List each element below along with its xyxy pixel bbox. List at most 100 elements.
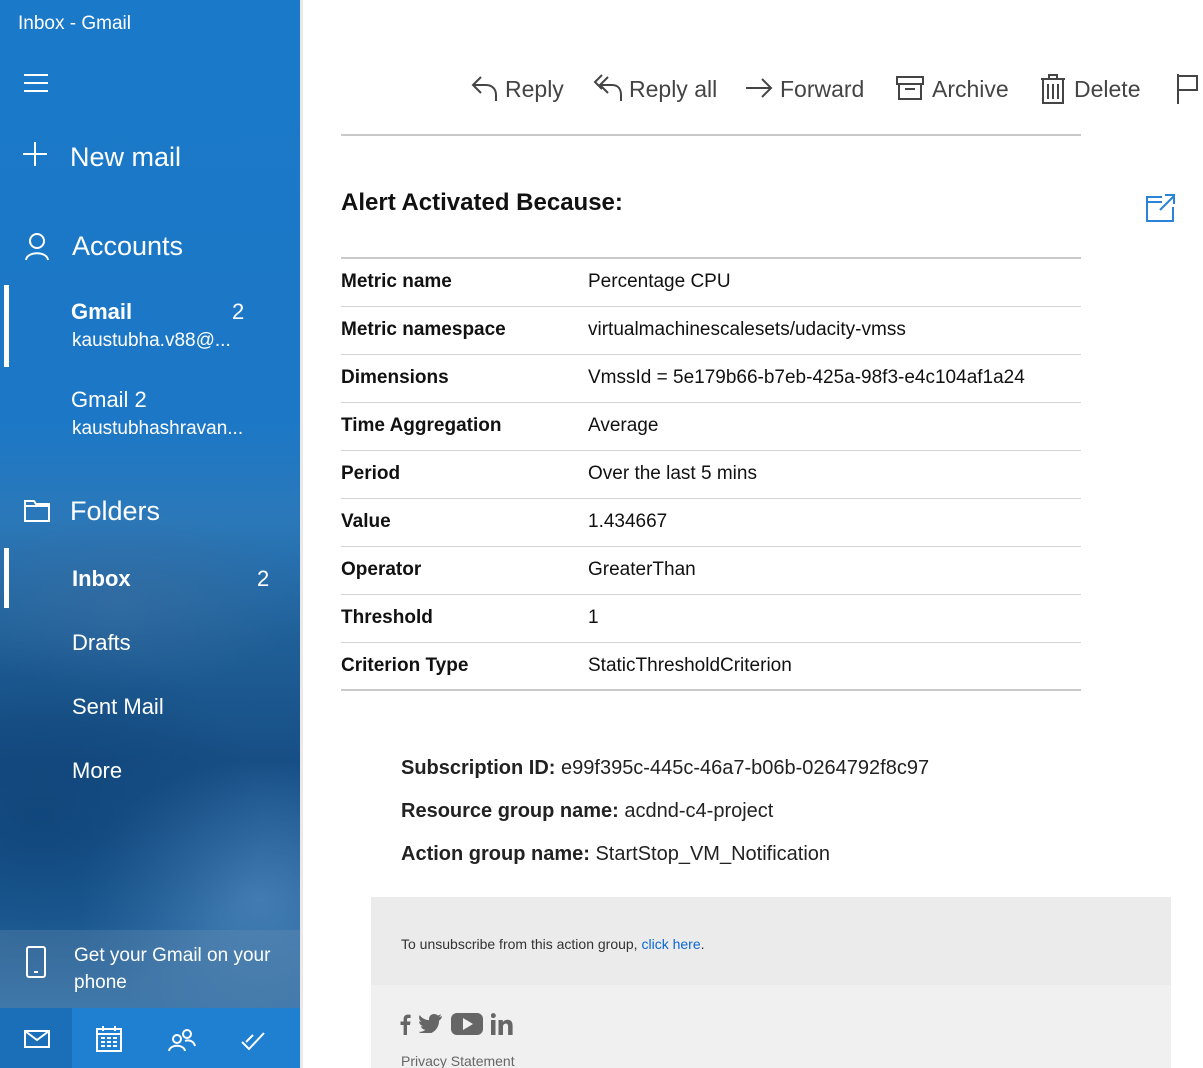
plus-icon xyxy=(23,142,47,166)
popout-button[interactable] xyxy=(1144,193,1176,223)
sidebar: Inbox - Gmail New mail Accounts Gmail 2 … xyxy=(0,0,300,1068)
facebook-icon[interactable] xyxy=(399,1013,411,1035)
phone-icon xyxy=(26,946,46,978)
unsubscribe-end: . xyxy=(700,936,705,952)
action-group-value: StartStop_VM_Notification xyxy=(595,843,831,865)
metric-key: Threshold xyxy=(341,594,588,643)
person-icon xyxy=(25,233,49,261)
privacy-statement-link[interactable]: Privacy Statement xyxy=(401,1053,515,1068)
reply-all-icon xyxy=(593,74,622,101)
people-nav-button[interactable] xyxy=(144,1008,216,1068)
metric-key: Operator xyxy=(341,546,588,595)
metrics-table: Metric name Percentage CPU Metric namespa… xyxy=(341,257,1081,691)
accounts-label: Accounts xyxy=(72,231,184,261)
reply-all-button[interactable]: Reply all xyxy=(593,66,717,112)
calendar-nav-button[interactable] xyxy=(72,1008,144,1068)
bottom-nav xyxy=(0,1008,300,1068)
metric-value: 1 xyxy=(588,594,1081,643)
folder-label: More xyxy=(72,758,123,783)
metric-key: Criterion Type xyxy=(341,642,588,691)
folders-button[interactable]: Folders xyxy=(0,488,300,538)
linkedin-icon[interactable] xyxy=(491,1013,513,1035)
twitter-icon[interactable] xyxy=(419,1013,443,1033)
flag-button[interactable] xyxy=(1175,72,1201,106)
toolbar-divider xyxy=(341,134,1081,136)
reply-button[interactable]: Reply xyxy=(470,66,564,112)
action-group-label: Action group name: xyxy=(401,843,590,865)
reply-label: Reply xyxy=(505,76,564,102)
metric-key: Metric namespace xyxy=(341,306,588,355)
table-row: Criterion Type StaticThresholdCriterion xyxy=(341,642,1081,691)
delete-button[interactable]: Delete xyxy=(1040,66,1140,112)
account-item-gmail-2[interactable]: Gmail 2 kaustubhashravan... xyxy=(0,373,300,457)
table-row: Value 1.434667 xyxy=(341,498,1081,547)
metric-value: Percentage CPU xyxy=(588,257,1081,307)
folder-item-sent-mail[interactable]: Sent Mail xyxy=(0,676,300,736)
unsubscribe-band: To unsubscribe from this action group, c… xyxy=(371,897,1171,985)
calendar-icon xyxy=(96,1026,122,1052)
folder-item-drafts[interactable]: Drafts xyxy=(0,612,300,672)
reply-icon xyxy=(471,76,497,101)
metric-value: Over the last 5 mins xyxy=(588,450,1081,499)
subscription-id-value: e99f395c-445c-46a7-b06b-0264792f8c97 xyxy=(561,757,930,779)
new-mail-button[interactable]: New mail xyxy=(0,130,300,186)
subscription-id-line: Subscription ID: e99f395c-445c-46a7-b06b… xyxy=(401,757,929,780)
folder-item-inbox[interactable]: Inbox 2 xyxy=(0,548,300,608)
metric-value: Average xyxy=(588,402,1081,451)
todo-nav-button[interactable] xyxy=(216,1008,288,1068)
new-mail-label: New mail xyxy=(70,142,182,172)
folder-label: Sent Mail xyxy=(72,694,164,719)
folder-label: Inbox xyxy=(72,566,131,591)
table-row: Threshold 1 xyxy=(341,594,1081,643)
forward-button[interactable]: Forward xyxy=(744,66,865,112)
hamburger-menu-icon[interactable] xyxy=(24,74,48,92)
action-group-line: Action group name: StartStop_VM_Notifica… xyxy=(401,843,830,866)
forward-arrow-icon xyxy=(746,78,773,98)
folder-item-more[interactable]: More xyxy=(0,740,300,800)
account-name: Gmail xyxy=(71,299,133,324)
mail-icon xyxy=(24,1030,50,1048)
mail-app: Inbox - Gmail New mail Accounts Gmail 2 … xyxy=(0,0,1203,1068)
pane-divider xyxy=(300,0,303,1068)
unsubscribe-link[interactable]: click here xyxy=(641,936,700,952)
metric-value: StaticThresholdCriterion xyxy=(588,642,1081,691)
get-gmail-on-phone-link[interactable]: Get your Gmail on your phone xyxy=(0,930,300,1008)
archive-icon xyxy=(896,76,924,100)
phone-promo-label: Get your Gmail on your phone xyxy=(74,945,271,993)
unsubscribe-prefix: To unsubscribe from this action group, xyxy=(401,936,642,952)
metric-key: Dimensions xyxy=(341,354,588,403)
table-row: Time Aggregation Average xyxy=(341,402,1081,451)
metric-key: Time Aggregation xyxy=(341,402,588,451)
table-row: Metric name Percentage CPU xyxy=(341,257,1081,307)
metric-value: virtualmachinescalesets/udacity-vmss xyxy=(588,306,1081,355)
window-title: Inbox - Gmail xyxy=(18,13,131,34)
resource-group-label: Resource group name: xyxy=(401,800,619,822)
forward-label: Forward xyxy=(780,76,865,102)
table-row: Metric namespace virtualmachinescalesets/… xyxy=(341,306,1081,355)
archive-button[interactable]: Archive xyxy=(895,66,1009,112)
metric-value: VmssId = 5e179b66-b7eb-425a-98f3-e4c104a… xyxy=(588,354,1081,403)
account-email: kaustubha.v88@... xyxy=(72,330,231,351)
archive-label: Archive xyxy=(932,76,1009,102)
metric-value: 1.434667 xyxy=(588,498,1081,547)
table-row: Period Over the last 5 mins xyxy=(341,450,1081,499)
folder-label: Drafts xyxy=(72,630,131,655)
metric-key: Period xyxy=(341,450,588,499)
resource-group-value: acdnd-c4-project xyxy=(624,800,774,822)
metrics-table-body: Metric name Percentage CPU Metric namespa… xyxy=(341,257,1081,691)
todo-icon xyxy=(241,1032,265,1051)
accounts-button[interactable]: Accounts xyxy=(0,222,300,274)
selection-indicator xyxy=(4,548,9,608)
message-toolbar: Reply Reply all Forward Archive Delete xyxy=(340,66,1203,112)
youtube-icon[interactable] xyxy=(451,1013,483,1035)
table-row: Dimensions VmssId = 5e179b66-b7eb-425a-98… xyxy=(341,354,1081,403)
folders-label: Folders xyxy=(70,496,161,526)
account-email: kaustubhashravan... xyxy=(72,418,244,439)
subscription-id-label: Subscription ID: xyxy=(401,757,556,779)
unsubscribe-text: To unsubscribe from this action group, c… xyxy=(401,936,705,952)
metric-key: Value xyxy=(341,498,588,547)
unread-count: 2 xyxy=(232,299,245,324)
flag-icon xyxy=(1177,74,1198,104)
mail-nav-button[interactable] xyxy=(0,1008,72,1068)
account-item-gmail[interactable]: Gmail 2 kaustubha.v88@... xyxy=(0,285,300,369)
